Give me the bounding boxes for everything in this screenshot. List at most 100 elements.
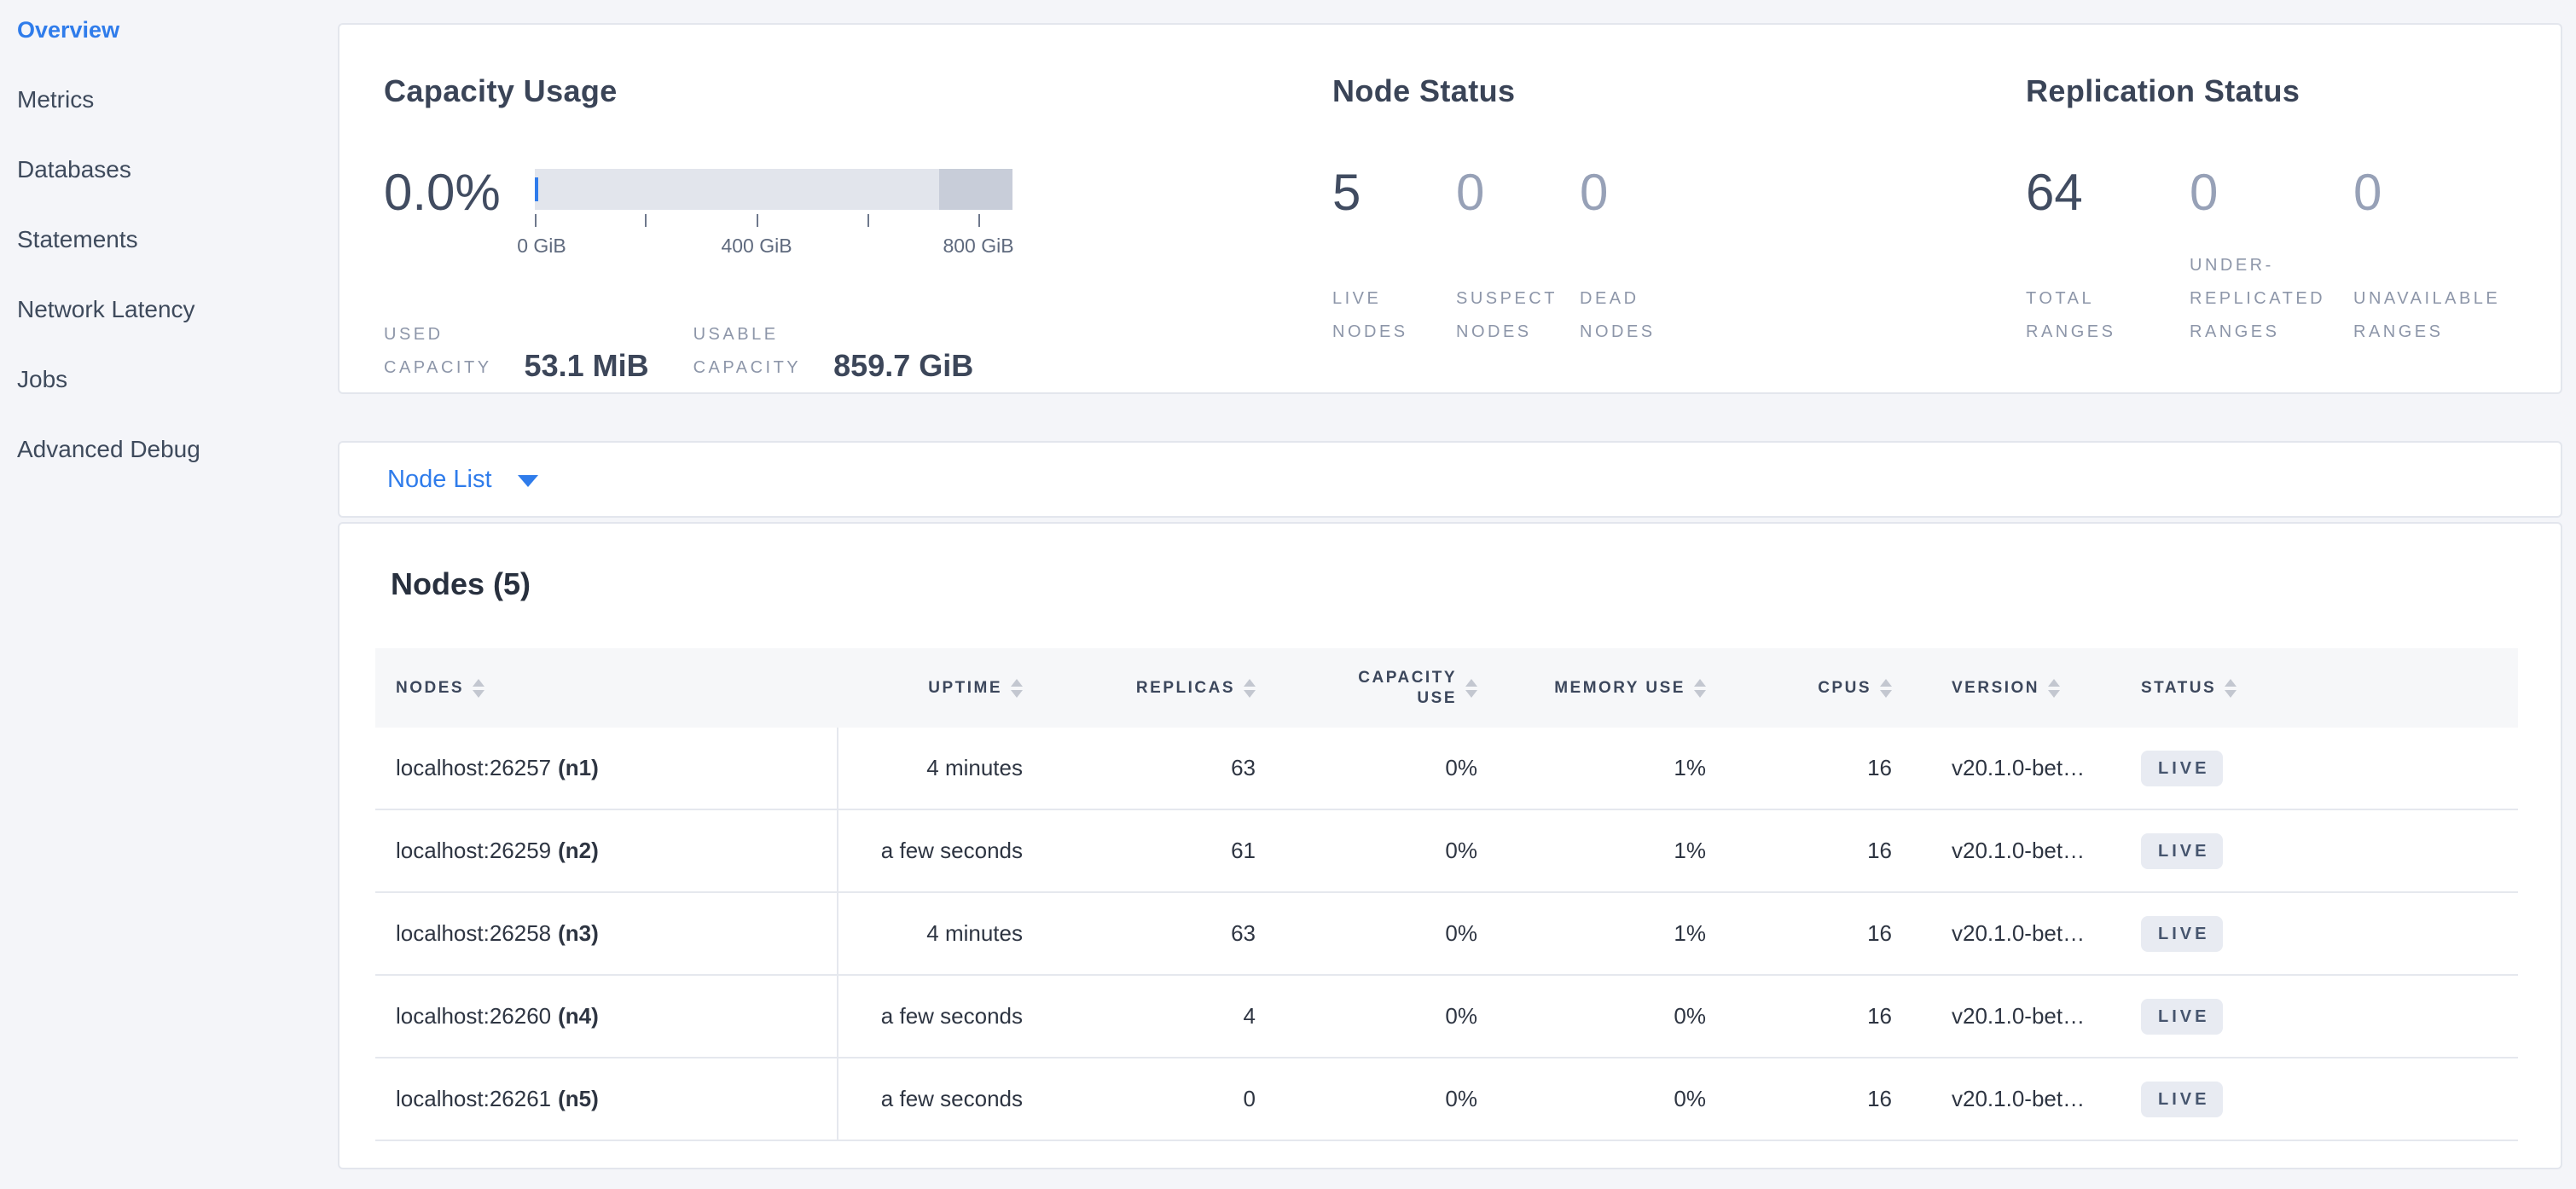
memory-use-cell: 1% bbox=[1477, 838, 1706, 864]
nodes-table-header: NODES UPTIME REPLICAS CAPACITY USE MEMOR… bbox=[375, 648, 2518, 728]
used-capacity-label: USED bbox=[384, 318, 492, 351]
capacity-bar-ticks bbox=[535, 214, 1012, 228]
under-replicated-ranges-stat: 0 UNDER- REPLICATED RANGES bbox=[2190, 166, 2353, 349]
column-header-memory-use[interactable]: MEMORY USE bbox=[1477, 679, 1706, 698]
usable-capacity-label: USABLE bbox=[693, 318, 802, 351]
node-id: (n2) bbox=[558, 838, 599, 864]
column-header-capacity-use[interactable]: CAPACITY USE bbox=[1256, 668, 1477, 709]
column-header-status[interactable]: STATUS bbox=[2139, 679, 2518, 698]
capacity-use-cell: 0% bbox=[1256, 1003, 1477, 1030]
dead-nodes-count: 0 bbox=[1580, 166, 1703, 219]
replicas-cell: 61 bbox=[1023, 838, 1256, 864]
status-badge: LIVE bbox=[2141, 1082, 2223, 1117]
capacity-bar-used-segment bbox=[535, 177, 538, 201]
sidebar-item-overview[interactable]: Overview bbox=[0, 0, 338, 65]
sort-icon bbox=[473, 679, 484, 698]
capacity-use-cell: 0% bbox=[1256, 755, 1477, 781]
replicas-cell: 63 bbox=[1023, 755, 1256, 781]
replicas-cell: 0 bbox=[1023, 1086, 1256, 1112]
tick-label-0: 0 GiB bbox=[517, 235, 566, 258]
node-list-dropdown-label: Node List bbox=[387, 466, 492, 494]
node-address-cell[interactable]: localhost:26258(n3) bbox=[375, 893, 838, 974]
dead-nodes-stat: 0 DEAD NODES bbox=[1580, 166, 1703, 349]
table-row[interactable]: localhost:26261(n5) a few seconds 0 0% 0… bbox=[375, 1058, 2518, 1141]
status-cell: LIVE bbox=[2139, 1082, 2518, 1117]
table-row[interactable]: localhost:26260(n4) a few seconds 4 0% 0… bbox=[375, 976, 2518, 1058]
capacity-usage-title: Capacity Usage bbox=[384, 72, 1012, 110]
replicas-cell: 63 bbox=[1023, 920, 1256, 947]
live-nodes-count: 5 bbox=[1332, 166, 1456, 219]
uptime-cell: a few seconds bbox=[838, 838, 1023, 864]
node-address-cell[interactable]: localhost:26260(n4) bbox=[375, 976, 838, 1057]
node-status-section: Node Status 5 LIVE NODES 0 SUSPECT NODES bbox=[1332, 72, 1703, 349]
cpus-cell: 16 bbox=[1706, 838, 1892, 864]
memory-use-cell: 1% bbox=[1477, 755, 1706, 781]
under-replicated-count: 0 bbox=[2190, 166, 2353, 219]
column-header-cpus[interactable]: CPUS bbox=[1706, 679, 1892, 698]
sort-icon bbox=[2225, 679, 2237, 698]
status-badge: LIVE bbox=[2141, 751, 2223, 786]
status-badge: LIVE bbox=[2141, 916, 2223, 952]
sort-icon bbox=[1244, 679, 1256, 698]
sidebar-item-network-latency[interactable]: Network Latency bbox=[0, 275, 338, 345]
usable-capacity-value: 859.7 GiB bbox=[833, 349, 973, 383]
node-status-title: Node Status bbox=[1332, 72, 1703, 110]
view-selector-card: Node List bbox=[338, 441, 2562, 518]
cpus-cell: 16 bbox=[1706, 755, 1892, 781]
version-cell: v20.1.0-bet… bbox=[1892, 1086, 2139, 1112]
sidebar-item-statements[interactable]: Statements bbox=[0, 205, 338, 275]
capacity-used-percent: 0.0% bbox=[384, 166, 516, 219]
version-cell: v20.1.0-bet… bbox=[1892, 838, 2139, 864]
version-cell: v20.1.0-bet… bbox=[1892, 755, 2139, 781]
sort-icon bbox=[1880, 679, 1892, 698]
live-nodes-stat: 5 LIVE NODES bbox=[1332, 166, 1456, 349]
uptime-cell: a few seconds bbox=[838, 1003, 1023, 1030]
cluster-summary-card: Capacity Usage 0.0% bbox=[338, 23, 2562, 394]
node-address-cell[interactable]: localhost:26261(n5) bbox=[375, 1058, 838, 1140]
capacity-bar-track bbox=[535, 169, 1012, 210]
usable-capacity-stat: USABLE CAPACITY 859.7 GiB bbox=[693, 318, 974, 385]
tick-label-400: 400 GiB bbox=[721, 235, 792, 258]
column-header-version[interactable]: VERSION bbox=[1892, 679, 2139, 698]
memory-use-cell: 0% bbox=[1477, 1086, 1706, 1112]
memory-use-cell: 1% bbox=[1477, 920, 1706, 947]
tick-label-800: 800 GiB bbox=[943, 235, 1013, 258]
uptime-cell: 4 minutes bbox=[838, 920, 1023, 947]
sidebar-item-databases[interactable]: Databases bbox=[0, 135, 338, 205]
node-address-cell[interactable]: localhost:26259(n2) bbox=[375, 810, 838, 891]
node-address-cell[interactable]: localhost:26257(n1) bbox=[375, 728, 838, 809]
uptime-cell: 4 minutes bbox=[838, 755, 1023, 781]
table-row[interactable]: localhost:26257(n1) 4 minutes 63 0% 1% 1… bbox=[375, 728, 2518, 810]
total-ranges-count: 64 bbox=[2026, 166, 2190, 219]
nodes-table-title: Nodes (5) bbox=[391, 566, 2561, 602]
capacity-usage-section: Capacity Usage 0.0% bbox=[384, 72, 1012, 385]
column-header-replicas[interactable]: REPLICAS bbox=[1023, 679, 1256, 698]
capacity-bar-nonusable-segment bbox=[939, 169, 1012, 210]
unavailable-ranges-count: 0 bbox=[2353, 166, 2517, 219]
sidebar-item-advanced-debug[interactable]: Advanced Debug bbox=[0, 415, 338, 484]
sidebar-item-jobs[interactable]: Jobs bbox=[0, 345, 338, 415]
overview-page: Overview Metrics Databases Statements Ne… bbox=[0, 0, 2576, 1189]
sidebar-nav: Overview Metrics Databases Statements Ne… bbox=[0, 0, 338, 484]
suspect-nodes-count: 0 bbox=[1456, 166, 1580, 219]
column-header-nodes[interactable]: NODES bbox=[375, 648, 838, 728]
used-capacity-value: 53.1 MiB bbox=[525, 349, 649, 383]
cpus-cell: 16 bbox=[1706, 1086, 1892, 1112]
capacity-bar-tick-labels: 0 GiB 400 GiB 800 GiB bbox=[535, 235, 1012, 260]
status-badge: LIVE bbox=[2141, 833, 2223, 869]
chevron-down-icon bbox=[518, 475, 538, 487]
cpus-cell: 16 bbox=[1706, 920, 1892, 947]
status-cell: LIVE bbox=[2139, 751, 2518, 786]
sort-icon bbox=[2048, 679, 2060, 698]
table-row[interactable]: localhost:26258(n3) 4 minutes 63 0% 1% 1… bbox=[375, 893, 2518, 976]
sort-icon bbox=[1011, 679, 1023, 698]
replicas-cell: 4 bbox=[1023, 1003, 1256, 1030]
column-header-uptime[interactable]: UPTIME bbox=[838, 679, 1023, 698]
version-cell: v20.1.0-bet… bbox=[1892, 920, 2139, 947]
table-row[interactable]: localhost:26259(n2) a few seconds 61 0% … bbox=[375, 810, 2518, 893]
nodes-table: NODES UPTIME REPLICAS CAPACITY USE MEMOR… bbox=[375, 648, 2518, 1141]
suspect-nodes-stat: 0 SUSPECT NODES bbox=[1456, 166, 1580, 349]
memory-use-cell: 0% bbox=[1477, 1003, 1706, 1030]
sidebar-item-metrics[interactable]: Metrics bbox=[0, 65, 338, 135]
node-list-dropdown[interactable]: Node List bbox=[339, 443, 2561, 516]
